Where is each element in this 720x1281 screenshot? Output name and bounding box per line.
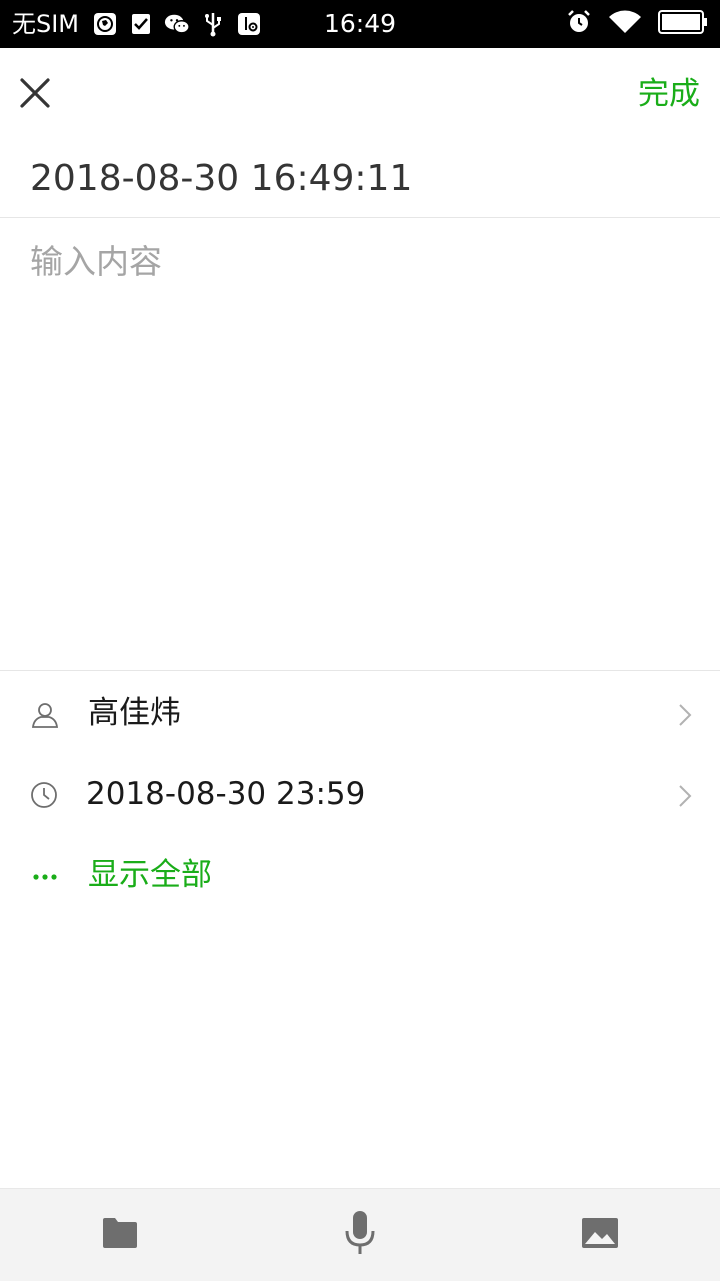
folder-icon: [101, 1216, 139, 1254]
status-bar: 无SIM 16:49: [0, 0, 720, 48]
image-icon: [581, 1217, 619, 1253]
show-all-label: 显示全部: [88, 857, 212, 893]
chevron-right-icon: [678, 702, 692, 728]
done-button[interactable]: 完成: [638, 74, 700, 114]
assignee-row[interactable]: 高佳炜: [0, 678, 720, 750]
divider: [0, 217, 720, 218]
system-icons: [566, 10, 708, 38]
insert-image-button[interactable]: [576, 1211, 624, 1259]
content-input[interactable]: [30, 236, 690, 646]
show-all-row[interactable]: 显示全部: [0, 840, 720, 912]
chevron-right-icon: [678, 783, 692, 809]
alarm-icon: [566, 9, 592, 39]
close-button[interactable]: [14, 72, 56, 114]
wifi-icon: [608, 9, 642, 39]
assignee-name: 高佳炜: [88, 695, 181, 731]
more-dots-icon: [30, 862, 60, 892]
close-icon: [14, 78, 56, 118]
due-date-label: 2018-08-30 23:59: [86, 776, 366, 812]
voice-input-button[interactable]: [336, 1211, 384, 1259]
person-icon: [30, 700, 60, 730]
due-date-row[interactable]: 2018-08-30 23:59: [0, 759, 720, 831]
attach-file-button[interactable]: [96, 1211, 144, 1259]
battery-icon: [658, 9, 708, 39]
bottom-toolbar: [0, 1188, 720, 1281]
clock-icon: [30, 781, 60, 811]
divider: [0, 670, 720, 671]
note-timestamp: 2018-08-30 16:49:11: [30, 158, 413, 199]
microphone-icon: [344, 1210, 376, 1260]
